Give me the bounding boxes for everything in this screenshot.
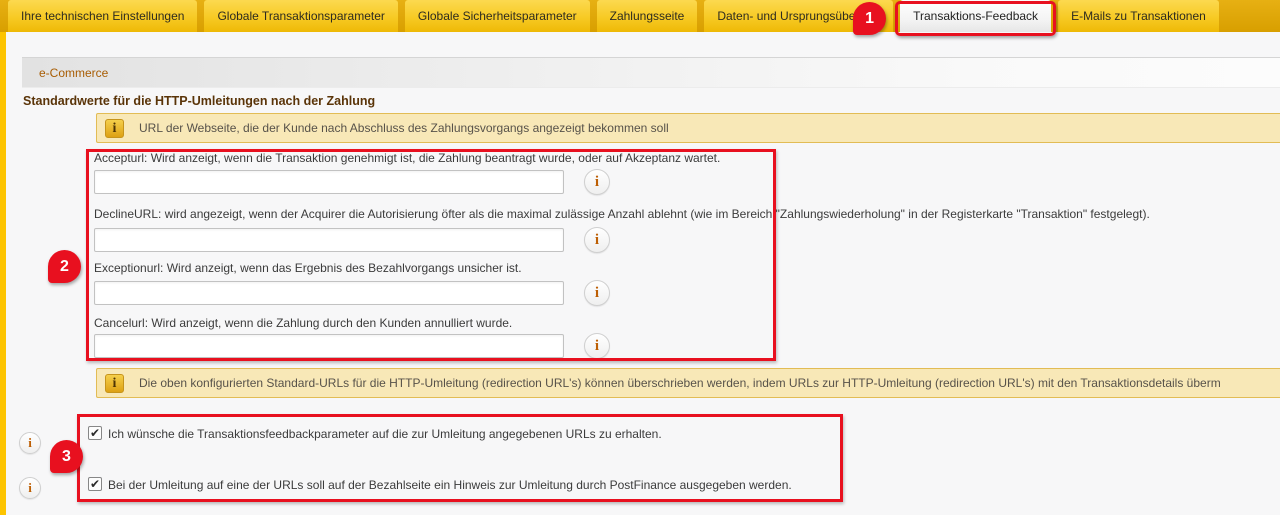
tab-transaktions-feedback-label: Transaktions-Feedback bbox=[913, 9, 1038, 23]
accepturl-label: Accepturl: Wird anzeigt, wenn die Transa… bbox=[94, 151, 720, 165]
checkbox-redirect-notice[interactable]: ✔ bbox=[88, 477, 102, 491]
declineurl-input[interactable] bbox=[94, 228, 564, 252]
info-banner-redirect-urls-text: URL der Webseite, die der Kunde nach Abs… bbox=[139, 121, 669, 135]
cancelurl-label: Cancelurl: Wird anzeigt, wenn die Zahlun… bbox=[94, 316, 512, 330]
annotation-step-3-badge: 3 bbox=[50, 440, 83, 473]
feedback-params-info-icon[interactable]: i bbox=[19, 432, 41, 454]
page-title: Standardwerte für die HTTP-Umleitungen n… bbox=[23, 94, 375, 108]
accepturl-info-icon[interactable]: i bbox=[584, 169, 610, 195]
info-banner-redirect-urls: i URL der Webseite, die der Kunde nach A… bbox=[96, 113, 1280, 143]
checkbox-redirect-notice-label: Bei der Umleitung auf eine der URLs soll… bbox=[108, 478, 792, 492]
exceptionurl-input[interactable] bbox=[94, 281, 564, 305]
info-icon[interactable]: i bbox=[105, 374, 124, 393]
info-banner-override-urls-text: Die oben konfigurierten Standard-URLs fü… bbox=[139, 376, 1221, 390]
tab-ihre-technischen-einstellungen[interactable]: Ihre technischen Einstellungen bbox=[8, 0, 197, 32]
info-banner-override-urls: i Die oben konfigurierten Standard-URLs … bbox=[96, 368, 1280, 398]
checkbox-feedback-params[interactable]: ✔ bbox=[88, 426, 102, 440]
tab-zahlungsseite[interactable]: Zahlungsseite bbox=[597, 0, 698, 32]
checkbox-feedback-params-label: Ich wünsche die Transaktionsfeedbackpara… bbox=[108, 427, 662, 441]
annotation-step-2-badge: 2 bbox=[48, 250, 81, 283]
section-header-ecommerce: e-Commerce bbox=[22, 57, 1280, 88]
settings-tabbar: Ihre technischen Einstellungen Globale T… bbox=[0, 0, 1280, 32]
tab-transaktions-feedback[interactable]: Transaktions-Feedback 1 bbox=[900, 0, 1051, 32]
transaction-feedback-settings-page: Ihre technischen Einstellungen Globale T… bbox=[0, 0, 1280, 515]
tab-globale-sicherheitsparameter[interactable]: Globale Sicherheitsparameter bbox=[405, 0, 590, 32]
tab-globale-transaktionsparameter[interactable]: Globale Transaktionsparameter bbox=[204, 0, 397, 32]
info-icon[interactable]: i bbox=[105, 119, 124, 138]
page-left-accent-strip bbox=[0, 32, 6, 515]
exceptionurl-info-icon[interactable]: i bbox=[584, 280, 610, 306]
exceptionurl-label: Exceptionurl: Wird anzeigt, wenn das Erg… bbox=[94, 261, 522, 275]
cancelurl-info-icon[interactable]: i bbox=[584, 333, 610, 359]
tab-emails-zu-transaktionen[interactable]: E-Mails zu Transaktionen bbox=[1058, 0, 1219, 32]
accepturl-input[interactable] bbox=[94, 170, 564, 194]
redirect-notice-info-icon[interactable]: i bbox=[19, 477, 41, 499]
declineurl-info-icon[interactable]: i bbox=[584, 227, 610, 253]
declineurl-label: DeclineURL: wird angezeigt, wenn der Acq… bbox=[94, 207, 1150, 221]
cancelurl-input[interactable] bbox=[94, 334, 564, 358]
tab-daten-und-ursprungsueberpruefung[interactable]: Daten- und Ursprungsüberprüf bbox=[704, 0, 893, 32]
